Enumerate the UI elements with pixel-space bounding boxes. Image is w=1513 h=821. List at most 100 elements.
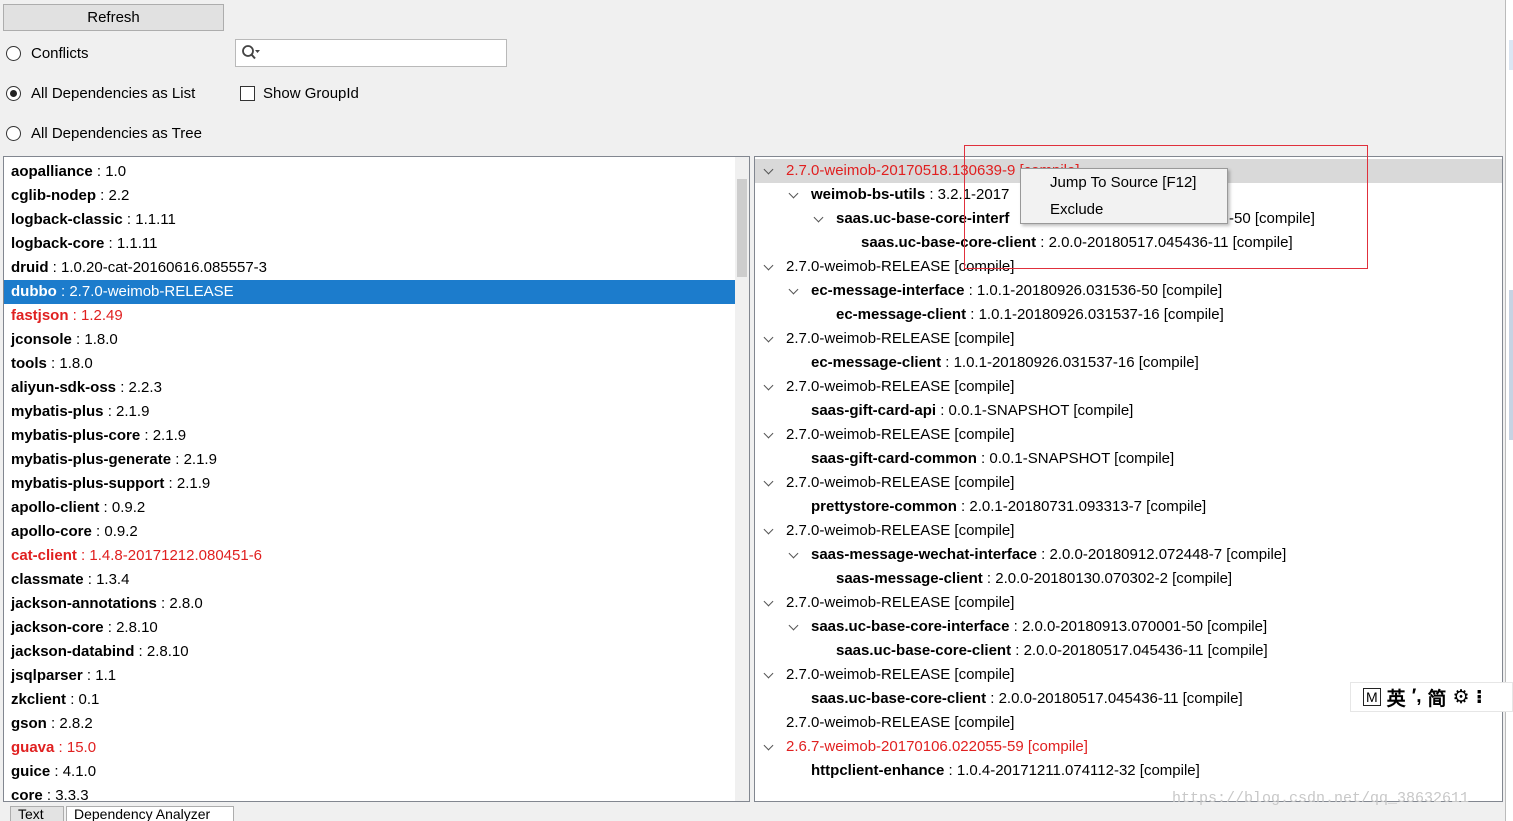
- tree-node[interactable]: ec-message-client : 1.0.1-20180926.03153…: [755, 303, 1502, 327]
- chevron-down-icon[interactable]: [761, 471, 777, 495]
- list-item[interactable]: mybatis-plus-core : 2.1.9: [4, 424, 736, 448]
- list-item[interactable]: dubbo : 2.7.0-weimob-RELEASE: [4, 280, 736, 304]
- list-item[interactable]: jackson-databind : 2.8.10: [4, 640, 736, 664]
- ime-mode-icon[interactable]: M: [1363, 688, 1381, 706]
- gear-icon[interactable]: ⚙: [1453, 686, 1470, 709]
- tree-node[interactable]: 2.7.0-weimob-RELEASE [compile]: [755, 423, 1502, 447]
- chevron-down-icon[interactable]: [786, 615, 802, 639]
- artifact-name: saas.uc-base-core-client: [861, 234, 1037, 251]
- tree-node[interactable]: saas-message-wechat-interface : 2.0.0-20…: [755, 543, 1502, 567]
- ime-charset-toggle[interactable]: 简: [1428, 684, 1447, 711]
- list-item[interactable]: classmate : 1.3.4: [4, 568, 736, 592]
- tree-node[interactable]: saas.uc-base-core-interface : 2.0.0-2018…: [755, 615, 1502, 639]
- search-box[interactable]: [235, 39, 507, 67]
- list-item[interactable]: jackson-core : 2.8.10: [4, 616, 736, 640]
- chevron-down-icon[interactable]: [761, 519, 777, 543]
- scrollbar-thumb[interactable]: [737, 179, 747, 277]
- tree-node[interactable]: ec-message-interface : 1.0.1-20180926.03…: [755, 279, 1502, 303]
- tree-node[interactable]: saas-gift-card-common : 0.0.1-SNAPSHOT […: [755, 447, 1502, 471]
- list-item[interactable]: jconsole : 1.8.0: [4, 328, 736, 352]
- conflicts-radio-row[interactable]: Conflicts: [6, 42, 89, 64]
- chevron-down-icon[interactable]: [786, 183, 802, 207]
- chevron-down-icon[interactable]: [761, 327, 777, 351]
- separator: :: [164, 475, 177, 492]
- ime-language-toggle[interactable]: 英: [1387, 684, 1406, 711]
- list-item[interactable]: logback-core : 1.1.11: [4, 232, 736, 256]
- tree-node[interactable]: 2.7.0-weimob-RELEASE [compile]: [755, 375, 1502, 399]
- conflicts-radio[interactable]: [6, 45, 21, 61]
- tree-node[interactable]: 2.7.0-weimob-RELEASE [compile]: [755, 255, 1502, 279]
- list-item[interactable]: mybatis-plus-support : 2.1.9: [4, 472, 736, 496]
- show-groupid-row[interactable]: Show GroupId: [240, 82, 359, 104]
- chevron-down-icon[interactable]: [761, 663, 777, 687]
- artifact-detail: 2.7.0-weimob-RELEASE [compile]: [786, 594, 1015, 611]
- list-item[interactable]: druid : 1.0.20-cat-20160616.085557-3: [4, 256, 736, 280]
- tree-node-label: saas-gift-card-api : 0.0.1-SNAPSHOT [com…: [811, 399, 1133, 423]
- list-item[interactable]: zkclient : 0.1: [4, 688, 736, 712]
- list-item[interactable]: cglib-nodep : 2.2: [4, 184, 736, 208]
- artifact-version: 1.8.0: [59, 355, 93, 372]
- list-item[interactable]: guava : 15.0: [4, 736, 736, 760]
- chevron-down-icon[interactable]: [761, 423, 777, 447]
- more-icon[interactable]: ⁝: [1476, 686, 1483, 709]
- chevron-down-icon[interactable]: [811, 207, 827, 231]
- artifact-version: 1.3.4: [96, 571, 130, 588]
- tree-node[interactable]: httpclient-enhance : 1.0.4-20171211.0741…: [755, 759, 1502, 783]
- tree-node[interactable]: 2.7.0-weimob-RELEASE [compile]: [755, 519, 1502, 543]
- list-item[interactable]: jackson-annotations : 2.8.0: [4, 592, 736, 616]
- list-item[interactable]: aopalliance : 1.0: [4, 160, 736, 184]
- chevron-down-icon[interactable]: [761, 375, 777, 399]
- list-item[interactable]: tools : 1.8.0: [4, 352, 736, 376]
- tab-text[interactable]: Text: [10, 806, 64, 821]
- list-item[interactable]: mybatis-plus : 2.1.9: [4, 400, 736, 424]
- exclude-menu-item[interactable]: Exclude: [1021, 196, 1227, 223]
- list-item[interactable]: cat-client : 1.4.8-20171212.080451-6: [4, 544, 736, 568]
- tree-node[interactable]: 2.7.0-weimob-RELEASE [compile]: [755, 327, 1502, 351]
- artifact-name: saas-gift-card-api: [811, 402, 937, 419]
- list-item[interactable]: gson : 2.8.2: [4, 712, 736, 736]
- chevron-down-icon[interactable]: [761, 735, 777, 759]
- list-item[interactable]: core : 3.3.3: [4, 784, 736, 801]
- tree-node[interactable]: prettystore-common : 2.0.1-20180731.0933…: [755, 495, 1502, 519]
- chevron-down-icon[interactable]: [761, 591, 777, 615]
- chevron-down-icon[interactable]: [761, 255, 777, 279]
- jump-to-source-menu-item[interactable]: Jump To Source [F12]: [1021, 169, 1227, 196]
- list-radio-row[interactable]: All Dependencies as List: [6, 82, 195, 104]
- list-item[interactable]: apollo-core : 0.9.2: [4, 520, 736, 544]
- artifact-name: weimob-bs-utils: [811, 186, 926, 203]
- refresh-button[interactable]: Refresh: [3, 4, 224, 31]
- ime-toolbar: M 英 ′, 简 ⚙ ⁝: [1350, 682, 1513, 712]
- list-item[interactable]: logback-classic : 1.1.11: [4, 208, 736, 232]
- tree-node[interactable]: saas-gift-card-api : 0.0.1-SNAPSHOT [com…: [755, 399, 1502, 423]
- list-item[interactable]: mybatis-plus-generate : 2.1.9: [4, 448, 736, 472]
- search-input[interactable]: [264, 43, 502, 63]
- tree-node-label: ec-message-client : 1.0.1-20180926.03153…: [811, 351, 1199, 375]
- artifact-name: prettystore-common: [811, 498, 957, 515]
- artifact-name: mybatis-plus-core: [11, 427, 141, 444]
- list-radio[interactable]: [6, 85, 21, 101]
- chevron-down-icon[interactable]: [786, 279, 802, 303]
- tree-node[interactable]: 2.6.7-weimob-20170106.022055-59 [compile…: [755, 735, 1502, 759]
- chevron-down-icon[interactable]: [786, 543, 802, 567]
- chevron-down-icon[interactable]: [761, 159, 777, 183]
- tree-radio[interactable]: [6, 125, 21, 141]
- list-item[interactable]: jsqlparser : 1.1: [4, 664, 736, 688]
- list-item[interactable]: apollo-client : 0.9.2: [4, 496, 736, 520]
- tree-node[interactable]: 2.7.0-weimob-RELEASE [compile]: [755, 471, 1502, 495]
- tree-node[interactable]: 2.7.0-weimob-RELEASE [compile]: [755, 591, 1502, 615]
- tree-node[interactable]: saas.uc-base-core-client : 2.0.0-2018051…: [755, 639, 1502, 663]
- list-item[interactable]: guice : 4.1.0: [4, 760, 736, 784]
- tree-node[interactable]: saas-message-client : 2.0.0-20180130.070…: [755, 567, 1502, 591]
- ime-punct-toggle[interactable]: ′,: [1412, 686, 1422, 708]
- list-scrollbar[interactable]: [735, 157, 749, 801]
- tree-node[interactable]: 2.7.0-weimob-RELEASE [compile]: [755, 711, 1502, 735]
- tree-radio-row[interactable]: All Dependencies as Tree: [6, 122, 202, 144]
- show-groupid-checkbox[interactable]: [240, 85, 255, 101]
- tab-dependency-analyzer[interactable]: Dependency Analyzer: [66, 806, 234, 821]
- list-item[interactable]: aliyun-sdk-oss : 2.2.3: [4, 376, 736, 400]
- tree-node[interactable]: ec-message-client : 1.0.1-20180926.03153…: [755, 351, 1502, 375]
- separator: :: [116, 379, 129, 396]
- show-groupid-label: Show GroupId: [263, 84, 359, 102]
- tree-node[interactable]: saas.uc-base-core-client : 2.0.0-2018051…: [755, 231, 1502, 255]
- list-item[interactable]: fastjson : 1.2.49: [4, 304, 736, 328]
